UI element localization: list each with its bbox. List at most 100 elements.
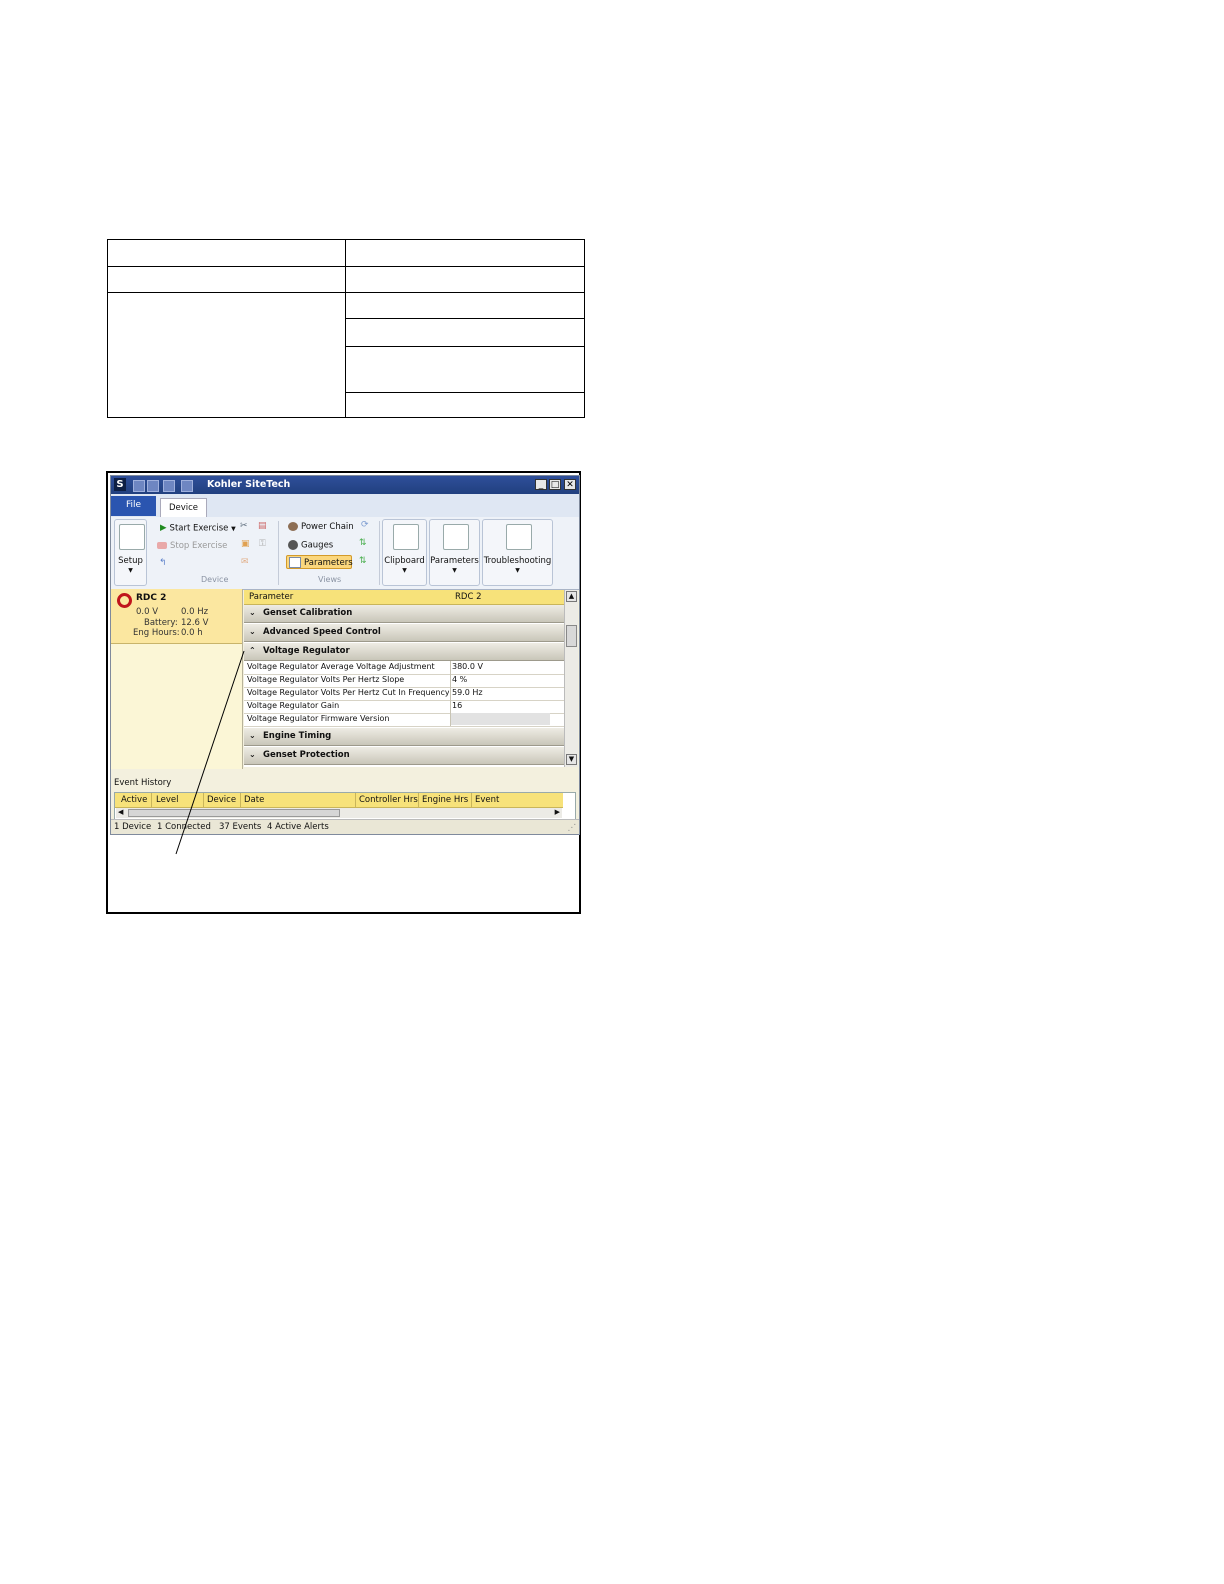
ribbon-separator bbox=[278, 521, 279, 585]
transfer-icon[interactable]: ⇅ bbox=[359, 538, 367, 548]
troubleshooting-button[interactable]: Troubleshooting ▼ bbox=[482, 519, 553, 586]
category-voltage-regulator[interactable]: ⌃ Voltage Regulator bbox=[244, 643, 564, 661]
category-genset-calibration[interactable]: ⌄ Genset Calibration bbox=[244, 605, 564, 623]
status-ring-icon bbox=[117, 593, 132, 608]
horizontal-scrollbar[interactable]: ◀ ▶ bbox=[116, 808, 562, 818]
device-voltage: 0.0 V bbox=[136, 607, 159, 617]
column-divider bbox=[355, 793, 356, 807]
parameter-row[interactable]: Voltage Regulator Volts Per Hertz Cut In… bbox=[244, 687, 564, 701]
status-connected: 1 Connected bbox=[157, 822, 211, 832]
clipboard-button[interactable]: Clipboard ▼ bbox=[382, 519, 427, 586]
column-header-controller-hrs[interactable]: Controller Hrs bbox=[359, 795, 418, 805]
parameter-value[interactable]: 16 bbox=[452, 701, 462, 710]
tab-device[interactable]: Device bbox=[160, 498, 207, 518]
parameter-row[interactable]: Voltage Regulator Average Voltage Adjust… bbox=[244, 661, 564, 675]
parameters-icon bbox=[442, 524, 469, 550]
chevron-down-icon: ⌄ bbox=[249, 731, 256, 740]
gauges-label: Gauges bbox=[301, 540, 334, 551]
column-header-active[interactable]: Active bbox=[121, 795, 147, 805]
resize-grip-icon[interactable]: ⋰ bbox=[568, 823, 577, 833]
column-header-parameter[interactable]: Parameter bbox=[249, 592, 293, 602]
event-history-label: Event History bbox=[114, 778, 172, 788]
parameter-row[interactable]: Voltage Regulator Gain 16 bbox=[244, 700, 564, 714]
copy-icon[interactable] bbox=[163, 480, 175, 492]
undo-icon[interactable]: ↰ bbox=[159, 558, 167, 568]
parameter-name: Voltage Regulator Volts Per Hertz Cut In… bbox=[247, 688, 449, 697]
chevron-down-icon: ⌄ bbox=[249, 750, 256, 759]
vertical-scrollbar[interactable]: ▲ ▼ bbox=[564, 590, 578, 767]
status-devices: 1 Device bbox=[114, 822, 152, 832]
scroll-thumb[interactable] bbox=[566, 625, 577, 647]
device-card[interactable]: RDC 2 0.0 V 0.0 Hz Battery: 12.6 V Eng H… bbox=[111, 589, 242, 644]
parameter-value[interactable]: 380.0 V bbox=[452, 662, 483, 671]
device-name: RDC 2 bbox=[136, 593, 167, 603]
scroll-down-button[interactable]: ▼ bbox=[566, 754, 577, 765]
chevron-down-icon: ▼ bbox=[452, 567, 457, 574]
eng-hours-value: 0.0 h bbox=[181, 628, 203, 638]
parameter-value[interactable]: 4 % bbox=[452, 675, 467, 684]
category-engine-timing[interactable]: ⌄ Engine Timing bbox=[244, 728, 564, 746]
category-advanced-speed-control[interactable]: ⌄ Advanced Speed Control bbox=[244, 624, 564, 642]
table-cell bbox=[107, 238, 346, 268]
tools-icon[interactable]: ✂ bbox=[240, 521, 248, 531]
column-header-device[interactable]: RDC 2 bbox=[455, 592, 482, 602]
category-label: Voltage Regulator bbox=[263, 646, 350, 656]
lock-icon[interactable]: ▣ bbox=[241, 539, 250, 549]
parameter-value[interactable]: 59.0 Hz bbox=[452, 688, 483, 697]
column-header-level[interactable]: Level bbox=[156, 795, 178, 805]
app-logo-icon[interactable]: S bbox=[114, 478, 126, 491]
column-header-date[interactable]: Date bbox=[244, 795, 264, 805]
scroll-up-button[interactable]: ▲ bbox=[566, 591, 577, 602]
setup-button[interactable]: Setup ▼ bbox=[114, 519, 147, 586]
scroll-thumb[interactable] bbox=[128, 809, 340, 817]
gauges-button[interactable]: Gauges bbox=[288, 540, 333, 551]
parameters-view-content[interactable]: Parameters bbox=[289, 557, 353, 568]
stop-exercise-label: Stop Exercise bbox=[170, 541, 228, 551]
troubleshooting-icon bbox=[505, 524, 532, 550]
category-label: Engine Timing bbox=[263, 731, 332, 741]
grid-icon bbox=[289, 557, 301, 568]
figure-frame: S Kohler SiteTech _ □ ✕ File Device Setu… bbox=[106, 471, 581, 914]
scroll-right-button[interactable]: ▶ bbox=[555, 808, 560, 816]
parameter-row[interactable]: Voltage Regulator Volts Per Hertz Slope … bbox=[244, 674, 564, 688]
table-cell bbox=[107, 266, 346, 294]
table-cell-merged bbox=[107, 292, 346, 418]
category-label: Genset Calibration bbox=[263, 608, 353, 618]
event-history-grid: Active Level Device Date Controller Hrs … bbox=[114, 792, 576, 821]
parameters-button[interactable]: Parameters ▼ bbox=[429, 519, 480, 586]
power-chain-label: Power Chain bbox=[301, 522, 354, 532]
key-icon[interactable]: ⚿ bbox=[259, 539, 266, 549]
tab-file[interactable]: File bbox=[111, 496, 156, 516]
close-button[interactable]: ✕ bbox=[564, 479, 576, 490]
quick-access-icon[interactable] bbox=[147, 480, 159, 492]
column-header-engine-hrs[interactable]: Engine Hrs bbox=[422, 795, 468, 805]
report-icon[interactable]: ▤ bbox=[258, 521, 267, 531]
table-cell bbox=[345, 292, 585, 320]
stop-exercise-button[interactable]: Stop Exercise bbox=[157, 541, 227, 551]
parameter-grid: Parameter RDC 2 ⌄ Genset Calibration ⌄ A… bbox=[244, 590, 564, 767]
message-icon[interactable]: ✉ bbox=[241, 557, 249, 567]
refresh-icon[interactable]: ⟳ bbox=[361, 520, 369, 530]
transfer-icon[interactable]: ⇅ bbox=[359, 556, 367, 566]
battery-value: 12.6 V bbox=[181, 618, 209, 628]
category-genset-protection[interactable]: ⌄ Genset Protection bbox=[244, 747, 564, 765]
parameter-row[interactable]: Voltage Regulator Firmware Version bbox=[244, 713, 564, 727]
setup-icon bbox=[118, 524, 145, 550]
paste-icon[interactable] bbox=[181, 480, 193, 492]
event-history-header: Active Level Device Date Controller Hrs … bbox=[115, 793, 563, 808]
column-header-event[interactable]: Event bbox=[475, 795, 499, 805]
views-group-label: Views bbox=[318, 575, 342, 584]
maximize-button[interactable]: □ bbox=[549, 479, 561, 490]
power-chain-button[interactable]: Power Chain bbox=[288, 522, 354, 532]
table-cell bbox=[345, 391, 585, 419]
column-divider bbox=[240, 793, 241, 807]
minimize-button[interactable]: _ bbox=[535, 479, 547, 490]
quick-access-icon[interactable] bbox=[133, 480, 145, 492]
chevron-up-icon: ⌃ bbox=[249, 646, 256, 655]
title-bar: S Kohler SiteTech _ □ ✕ bbox=[111, 476, 579, 494]
start-exercise-button[interactable]: ▶ Start Exercise ▼ bbox=[160, 523, 236, 534]
column-header-device[interactable]: Device bbox=[207, 795, 236, 805]
clipboard-label: Clipboard bbox=[384, 556, 425, 566]
parameter-name: Voltage Regulator Volts Per Hertz Slope bbox=[247, 675, 405, 684]
scroll-left-button[interactable]: ◀ bbox=[118, 808, 123, 816]
